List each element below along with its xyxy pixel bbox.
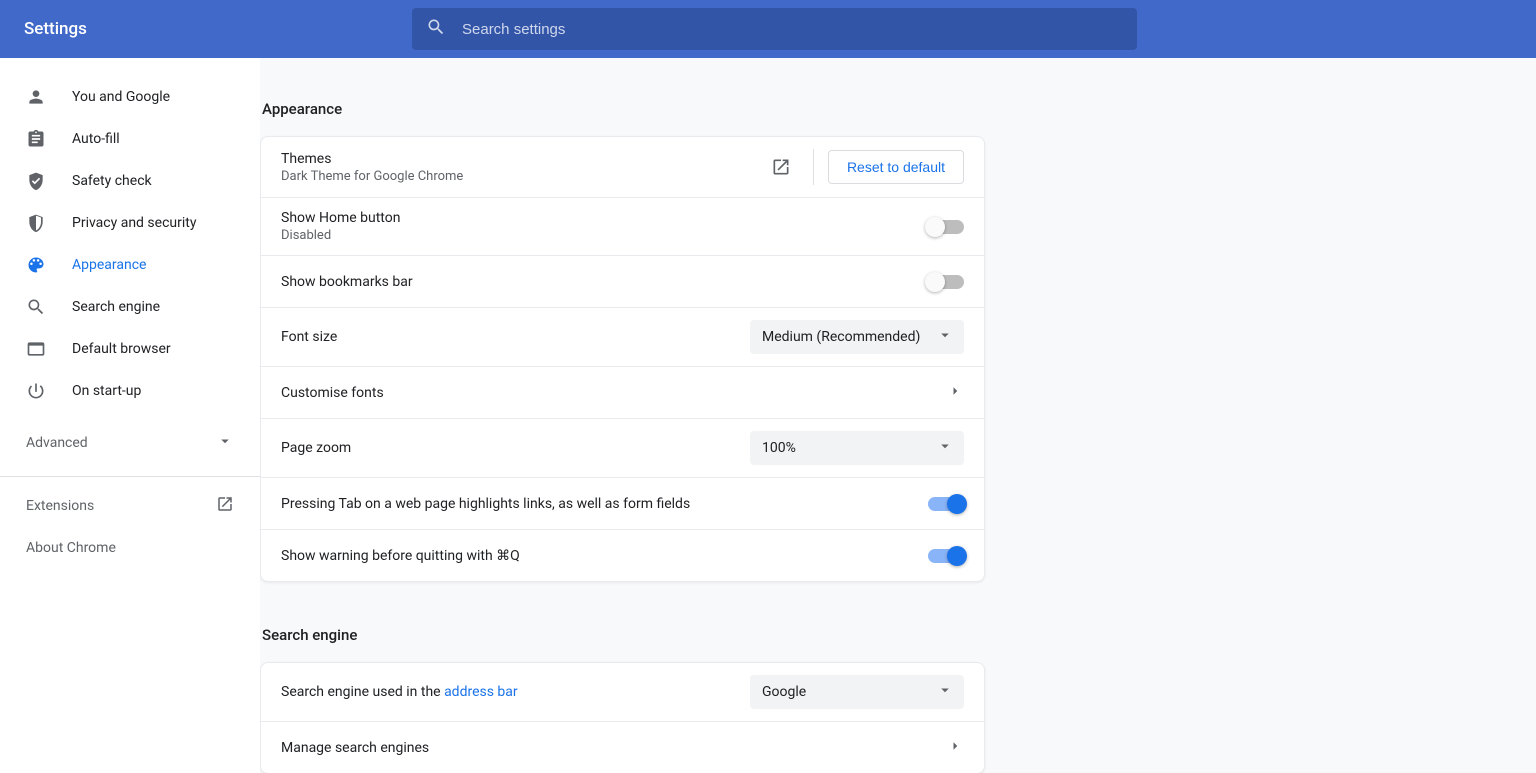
chevron-right-icon <box>946 737 964 759</box>
chevron-down-icon <box>936 326 954 348</box>
open-external-icon <box>216 495 234 517</box>
search-engine-used-row: Search engine used in the address bar Go… <box>261 663 984 721</box>
search-engine-used-label: Search engine used in the address bar <box>281 684 750 700</box>
palette-icon <box>26 255 46 275</box>
quit-warning-label: Show warning before quitting with ⌘Q <box>281 548 928 564</box>
page-zoom-label: Page zoom <box>281 440 750 456</box>
chevron-down-icon <box>936 681 954 703</box>
sidebar-item-extensions[interactable]: Extensions <box>0 485 260 527</box>
quit-warning-toggle[interactable] <box>928 549 964 563</box>
font-size-row: Font size Medium (Recommended) <box>261 307 984 366</box>
page-zoom-value: 100% <box>762 440 796 456</box>
sidebar-item-safety-check[interactable]: Safety check <box>0 160 260 202</box>
browser-icon <box>26 339 46 359</box>
chevron-right-icon <box>946 382 964 404</box>
tab-highlight-label: Pressing Tab on a web page highlights li… <box>281 496 928 512</box>
sidebar-item-label: Privacy and security <box>72 215 196 231</box>
address-bar-link[interactable]: address bar <box>444 684 518 700</box>
tab-highlight-row: Pressing Tab on a web page highlights li… <box>261 477 984 529</box>
sidebar-item-label: You and Google <box>72 89 170 105</box>
appearance-title: Appearance <box>262 100 985 118</box>
reset-to-default-button[interactable]: Reset to default <box>828 150 964 184</box>
home-button-label: Show Home button <box>281 210 928 226</box>
customise-fonts-label: Customise fonts <box>281 385 946 401</box>
sidebar-item-label: Appearance <box>72 257 146 273</box>
search-engine-value: Google <box>762 684 806 700</box>
open-external-icon[interactable] <box>763 149 799 185</box>
sidebar-item-label: Default browser <box>72 341 171 357</box>
sidebar-item-default-browser[interactable]: Default browser <box>0 328 260 370</box>
search-icon <box>426 17 446 41</box>
extensions-label: Extensions <box>26 498 94 514</box>
sidebar-divider <box>0 476 260 477</box>
sidebar-item-label: Auto-fill <box>72 131 120 147</box>
themes-row[interactable]: Themes Dark Theme for Google Chrome Rese… <box>261 137 984 197</box>
sidebar-item-label: Search engine <box>72 299 160 315</box>
sidebar-item-autofill[interactable]: Auto-fill <box>0 118 260 160</box>
customise-fonts-row[interactable]: Customise fonts <box>261 366 984 418</box>
person-icon <box>26 87 46 107</box>
sidebar-item-you-and-google[interactable]: You and Google <box>0 76 260 118</box>
search-engine-title: Search engine <box>262 626 985 644</box>
manage-search-engines-row[interactable]: Manage search engines <box>261 721 984 773</box>
about-label: About Chrome <box>26 540 116 556</box>
sidebar-item-label: On start-up <box>72 383 141 399</box>
search-icon <box>26 297 46 317</box>
home-button-row: Show Home button Disabled <box>261 197 984 255</box>
bookmarks-row: Show bookmarks bar <box>261 255 984 307</box>
home-button-toggle[interactable] <box>928 220 964 234</box>
page-zoom-select[interactable]: 100% <box>750 431 964 465</box>
tab-highlight-toggle[interactable] <box>928 497 964 511</box>
bookmarks-toggle[interactable] <box>928 275 964 289</box>
appearance-card: Themes Dark Theme for Google Chrome Rese… <box>260 136 985 582</box>
chevron-down-icon <box>216 432 234 454</box>
search-box[interactable] <box>412 8 1137 50</box>
font-size-select[interactable]: Medium (Recommended) <box>750 320 964 354</box>
sidebar-item-label: Safety check <box>72 173 152 189</box>
search-engine-select[interactable]: Google <box>750 675 964 709</box>
divider <box>813 149 814 185</box>
sidebar: You and Google Auto-fill Safety check Pr… <box>0 58 260 773</box>
bookmarks-label: Show bookmarks bar <box>281 274 928 290</box>
sidebar-item-appearance[interactable]: Appearance <box>0 244 260 286</box>
sidebar-item-privacy[interactable]: Privacy and security <box>0 202 260 244</box>
themes-sub: Dark Theme for Google Chrome <box>281 169 763 184</box>
advanced-toggle[interactable]: Advanced <box>0 422 260 464</box>
shield-half-icon <box>26 213 46 233</box>
page-title: Settings <box>24 19 412 39</box>
manage-search-engines-label: Manage search engines <box>281 740 946 756</box>
power-icon <box>26 381 46 401</box>
sidebar-item-on-startup[interactable]: On start-up <box>0 370 260 412</box>
search-input[interactable] <box>446 21 1123 38</box>
font-size-label: Font size <box>281 329 750 345</box>
search-engine-card: Search engine used in the address bar Go… <box>260 662 985 773</box>
header: Settings <box>0 0 1536 58</box>
sidebar-item-search-engine[interactable]: Search engine <box>0 286 260 328</box>
shield-check-icon <box>26 171 46 191</box>
sidebar-item-about[interactable]: About Chrome <box>0 527 260 569</box>
quit-warning-row: Show warning before quitting with ⌘Q <box>261 529 984 581</box>
advanced-label: Advanced <box>26 435 88 451</box>
themes-label: Themes <box>281 151 763 167</box>
home-button-sub: Disabled <box>281 228 928 243</box>
chevron-down-icon <box>936 437 954 459</box>
clipboard-icon <box>26 129 46 149</box>
page-zoom-row: Page zoom 100% <box>261 418 984 477</box>
font-size-value: Medium (Recommended) <box>762 329 920 345</box>
